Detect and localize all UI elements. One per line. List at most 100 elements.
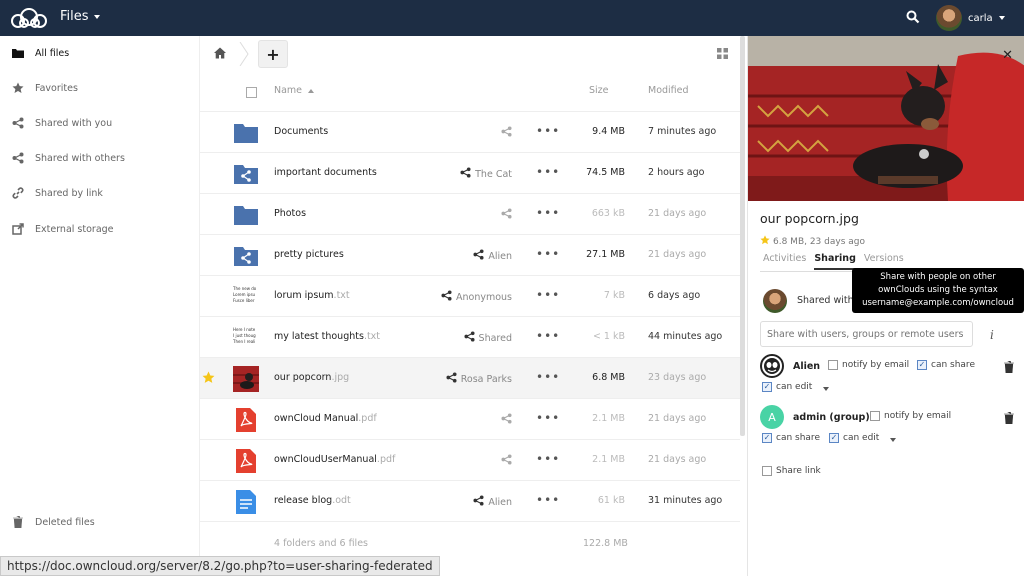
sidebar-item-external-storage[interactable]: External storage <box>0 214 200 244</box>
table-row[interactable]: our popcorn.jpg Rosa Parks ••• 6.8 MB 23 day… <box>200 358 740 399</box>
sidebar-item-deleted-files[interactable]: Deleted files <box>0 507 200 537</box>
file-list-scrollbar[interactable] <box>740 36 745 436</box>
sidebar-item-shared-with-you[interactable]: Shared with you <box>0 108 200 138</box>
sidebar-item-label: Shared with you <box>35 117 113 129</box>
file-extension: .jpg <box>331 372 350 383</box>
share-action[interactable] <box>501 126 512 140</box>
sidebar-item-favorites[interactable]: Favorites <box>0 73 200 103</box>
file-name[interactable]: ownCloud Manual.pdf <box>274 413 377 424</box>
close-icon[interactable]: ✕ <box>1002 48 1013 63</box>
folder-icon[interactable] <box>233 120 259 146</box>
owncloud-logo-icon[interactable] <box>8 7 50 32</box>
file-name[interactable]: Documents <box>274 126 328 137</box>
shared-folder-icon[interactable] <box>233 243 259 269</box>
checkbox-box <box>762 466 772 476</box>
share-action[interactable]: Rosa Parks <box>446 372 512 386</box>
trash-icon[interactable] <box>1004 411 1014 427</box>
text-thumbnail[interactable]: The new do Lorem ipsu Fusce liber <box>233 284 259 310</box>
user-menu[interactable]: carla <box>936 5 1005 31</box>
file-basename: pretty pictures <box>274 249 344 260</box>
sort-by-size[interactable]: Size <box>589 85 609 96</box>
shared-folder-icon[interactable] <box>233 161 259 187</box>
file-name[interactable]: ownCloudUserManual.pdf <box>274 454 395 465</box>
trash-icon[interactable] <box>1004 360 1014 376</box>
share-action[interactable]: The Cat <box>460 167 512 181</box>
sidebar-item-shared-with-others[interactable]: Shared with others <box>0 143 200 173</box>
more-actions-icon[interactable]: ••• <box>536 370 560 384</box>
app-menu[interactable]: Files <box>60 9 100 24</box>
chevron-down-icon[interactable] <box>890 438 896 442</box>
more-actions-icon[interactable]: ••• <box>536 247 560 261</box>
file-name[interactable]: lorum ipsum.txt <box>274 290 350 301</box>
can-share-checkbox[interactable]: can share <box>762 433 820 443</box>
more-actions-icon[interactable]: ••• <box>536 329 560 343</box>
table-row[interactable]: ownCloud Manual.pdf ••• 2.1 MB 21 days ago <box>200 399 740 440</box>
more-actions-icon[interactable]: ••• <box>536 493 560 507</box>
more-actions-icon[interactable]: ••• <box>536 452 560 466</box>
share-action[interactable] <box>501 454 512 468</box>
tab-activities[interactable]: Activities <box>763 253 810 270</box>
sort-by-modified[interactable]: Modified <box>648 85 689 96</box>
table-row[interactable]: important documents The Cat ••• 74.5 MB 2 ho… <box>200 153 740 194</box>
sidebar-item-shared-by-link[interactable]: Shared by link <box>0 178 200 208</box>
more-actions-icon[interactable]: ••• <box>536 165 560 179</box>
can-edit-checkbox[interactable]: can edit <box>762 382 812 392</box>
table-row[interactable]: Here I note I just thoug Then I reali my la… <box>200 317 740 358</box>
sidebar-item-all-files[interactable]: All files <box>0 38 200 68</box>
star-icon[interactable] <box>760 235 770 248</box>
file-name[interactable]: release blog.odt <box>274 495 351 506</box>
share-action[interactable] <box>501 413 512 427</box>
pdf-icon[interactable] <box>233 448 259 474</box>
more-actions-icon[interactable]: ••• <box>536 124 560 138</box>
share-action[interactable]: Alien <box>473 249 512 263</box>
file-meta: 6.8 MB, 23 days ago <box>760 235 865 248</box>
tooltip: Share with people on other ownClouds usi… <box>852 268 1024 313</box>
share-action[interactable] <box>501 208 512 222</box>
table-row[interactable]: Photos ••• 663 kB 21 days ago <box>200 194 740 235</box>
sort-by-name[interactable]: Name <box>274 85 315 96</box>
info-icon[interactable]: i <box>990 328 994 342</box>
share-action[interactable]: Alien <box>473 495 512 509</box>
sharee-admin-group: A admin (group) notify by email can shar… <box>760 405 1018 449</box>
more-actions-icon[interactable]: ••• <box>536 288 560 302</box>
doc-icon[interactable] <box>233 489 259 515</box>
table-row[interactable]: pretty pictures Alien ••• 27.1 MB 21 days ag… <box>200 235 740 276</box>
file-name[interactable]: important documents <box>274 167 377 178</box>
share-action[interactable]: Shared <box>464 331 512 345</box>
file-name[interactable]: pretty pictures <box>274 249 344 260</box>
file-basename: our popcorn <box>274 372 332 383</box>
more-actions-icon[interactable]: ••• <box>536 411 560 425</box>
sharee-name: Alien <box>793 361 821 372</box>
sidebar-item-label: External storage <box>35 223 114 235</box>
can-share-checkbox[interactable]: can share <box>917 360 975 370</box>
grid-view-icon[interactable] <box>717 48 728 62</box>
table-row[interactable]: The new do Lorem ipsu Fusce liber lorum ips… <box>200 276 740 317</box>
share-action[interactable]: Anonymous <box>441 290 512 304</box>
file-name[interactable]: my latest thoughts.txt <box>274 331 380 342</box>
search-icon[interactable] <box>906 10 920 27</box>
image-icon[interactable] <box>233 366 259 392</box>
share-icon <box>473 495 484 509</box>
pdf-icon[interactable] <box>233 407 259 433</box>
folder-icon[interactable] <box>233 202 259 228</box>
file-basename: Documents <box>274 126 329 137</box>
notify-by-email-checkbox[interactable]: notify by email <box>828 360 909 370</box>
can-edit-checkbox[interactable]: can edit <box>829 433 879 443</box>
select-all-checkbox[interactable] <box>246 87 257 98</box>
share-with-input[interactable] <box>760 321 973 347</box>
table-row[interactable]: ownCloudUserManual.pdf ••• 2.1 MB 21 days a… <box>200 440 740 481</box>
notify-by-email-checkbox[interactable]: notify by email <box>870 411 951 421</box>
chevron-down-icon[interactable] <box>823 387 829 391</box>
text-thumbnail[interactable]: Here I note I just thoug Then I reali <box>233 325 259 351</box>
home-icon[interactable] <box>214 47 226 62</box>
thumbnail-line: Fusce liber <box>233 298 255 303</box>
file-name[interactable]: our popcorn.jpg <box>274 372 349 383</box>
share-label: Shared <box>478 332 512 344</box>
more-actions-icon[interactable]: ••• <box>536 206 560 220</box>
new-file-button[interactable]: + <box>258 40 288 68</box>
table-row[interactable]: Documents ••• 9.4 MB 7 minutes ago <box>200 112 740 153</box>
favorite-star-icon[interactable] <box>202 371 215 387</box>
share-link-checkbox[interactable]: Share link <box>762 466 821 476</box>
table-row[interactable]: release blog.odt Alien ••• 61 kB 31 minutes … <box>200 481 740 522</box>
file-name[interactable]: Photos <box>274 208 306 219</box>
